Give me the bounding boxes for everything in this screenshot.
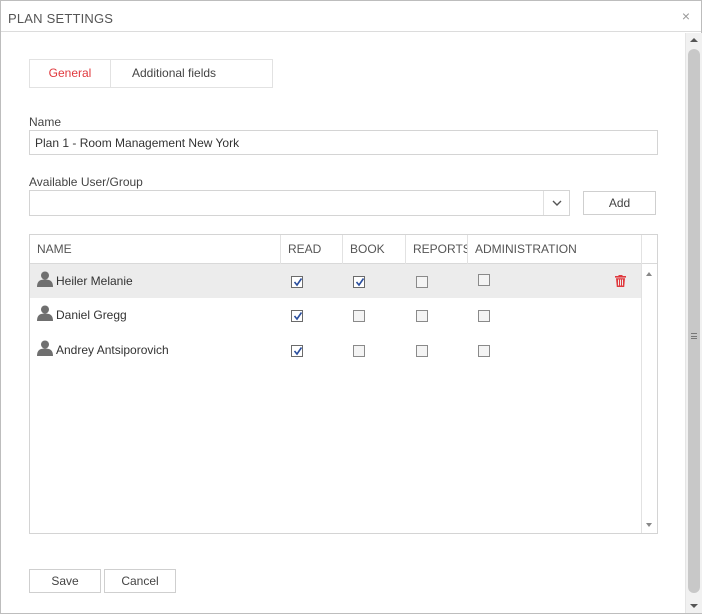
checkmark-icon <box>355 278 365 287</box>
administration-checkbox[interactable] <box>478 345 490 357</box>
read-checkbox[interactable] <box>291 276 303 288</box>
checkmark-icon <box>293 347 303 356</box>
user-group-select[interactable] <box>29 190 570 216</box>
reports-checkbox[interactable] <box>416 276 428 288</box>
plan-settings-dialog: PLAN SETTINGS × General Additional field… <box>0 0 702 614</box>
user-icon <box>37 271 53 287</box>
scrollbar-thumb[interactable] <box>688 49 700 593</box>
reports-checkbox[interactable] <box>416 310 428 322</box>
table-row[interactable]: Heiler Melanie <box>30 264 641 298</box>
chevron-down-icon <box>552 200 562 206</box>
scroll-up-arrow-icon[interactable] <box>690 38 698 42</box>
grid-body: Heiler Melanie Daniel Gregg Andrey Antsi… <box>30 264 657 533</box>
column-header-spacer <box>641 235 657 264</box>
settings-tabs: General Additional fields <box>29 59 273 88</box>
checkmark-icon <box>293 312 303 321</box>
scroll-down-arrow-icon[interactable] <box>646 523 652 527</box>
user-name: Daniel Gregg <box>56 308 127 322</box>
table-row[interactable]: Daniel Gregg <box>30 298 641 332</box>
close-icon[interactable]: × <box>679 8 693 24</box>
tab-additional-fields[interactable]: Additional fields <box>111 60 241 87</box>
grid-header: NAME READ BOOK REPORTS ADMINISTRATION <box>30 235 657 264</box>
column-header-name[interactable]: NAME <box>30 235 280 264</box>
book-checkbox[interactable] <box>353 276 365 288</box>
user-name: Heiler Melanie <box>56 274 133 288</box>
cancel-button[interactable]: Cancel <box>104 569 176 593</box>
read-checkbox[interactable] <box>291 310 303 322</box>
name-label: Name <box>29 115 62 129</box>
administration-checkbox[interactable] <box>478 310 490 322</box>
scroll-up-arrow-icon[interactable] <box>646 272 652 276</box>
save-button[interactable]: Save <box>29 569 101 593</box>
dialog-scrollbar[interactable] <box>685 33 702 613</box>
permissions-grid: NAME READ BOOK REPORTS ADMINISTRATION He… <box>29 234 658 534</box>
administration-checkbox[interactable] <box>478 274 490 286</box>
column-header-book[interactable]: BOOK <box>342 235 405 264</box>
book-checkbox[interactable] <box>353 345 365 357</box>
scroll-down-arrow-icon[interactable] <box>690 604 698 608</box>
reports-checkbox[interactable] <box>416 345 428 357</box>
add-button[interactable]: Add <box>583 191 656 215</box>
table-row[interactable]: Andrey Antsiporovich <box>30 333 641 367</box>
user-group-label: Available User/Group <box>29 175 143 189</box>
dialog-titlebar: PLAN SETTINGS × <box>1 1 701 32</box>
user-group-dropdown-button[interactable] <box>543 191 569 215</box>
user-icon <box>37 305 53 321</box>
read-checkbox[interactable] <box>291 345 303 357</box>
user-name: Andrey Antsiporovich <box>56 343 169 357</box>
grid-scrollbar[interactable] <box>641 264 657 533</box>
book-checkbox[interactable] <box>353 310 365 322</box>
column-header-administration[interactable]: ADMINISTRATION <box>467 235 641 264</box>
name-field[interactable] <box>29 130 658 155</box>
checkmark-icon <box>293 278 303 287</box>
column-header-read[interactable]: READ <box>280 235 342 264</box>
trash-icon[interactable] <box>615 275 626 287</box>
column-header-reports[interactable]: REPORTS <box>405 235 467 264</box>
tab-general[interactable]: General <box>30 60 111 87</box>
user-icon <box>37 340 53 356</box>
grip-icon <box>691 333 697 339</box>
dialog-title: PLAN SETTINGS <box>8 11 114 26</box>
